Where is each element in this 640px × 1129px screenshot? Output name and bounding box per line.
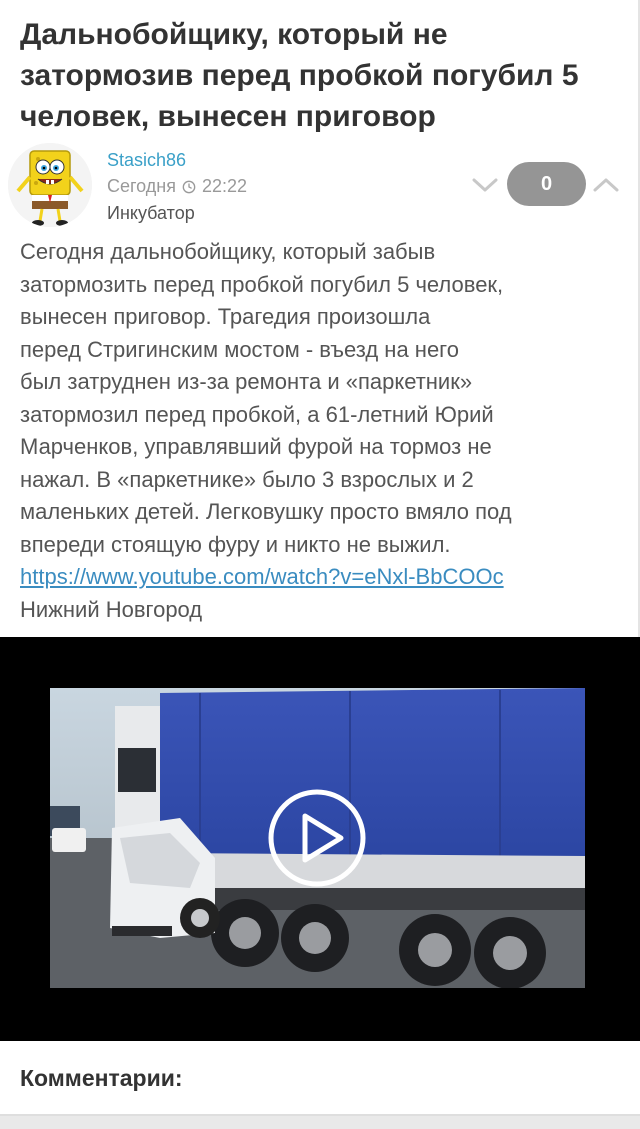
comments-section: Комментарии:: [0, 1041, 640, 1116]
avatar-image: [8, 143, 92, 227]
play-button[interactable]: [267, 788, 367, 888]
post-body-line: затормозить перед пробкой погубил 5 чело…: [20, 271, 504, 297]
play-icon: [268, 789, 366, 887]
clock-icon: [182, 180, 196, 193]
vote-down-button[interactable]: [470, 172, 500, 198]
post-location: Нижний Новгород: [20, 596, 203, 622]
post-title[interactable]: Дальнобойщику, который не затормозив пер…: [20, 14, 620, 137]
post-body-line: Сегодня дальнобойщику, который забыв: [20, 239, 436, 264]
post-body-line: перед Стригинским мостом - въезд на него: [20, 336, 459, 362]
chevron-down-icon: [472, 178, 498, 192]
chevron-up-icon: [593, 178, 619, 192]
post-body-line: был затруднен из-за ремонта и «паркетник…: [20, 369, 473, 394]
post-body-line: нажал. В «паркетнике» было 3 взрослых и …: [20, 466, 474, 492]
post-body-line: впереди стоящую фуру и никто не выжил.: [20, 531, 451, 557]
avatar[interactable]: [8, 143, 92, 227]
vote-up-button[interactable]: [591, 172, 621, 198]
post-date: Сегодня 22:22: [107, 176, 247, 197]
youtube-link[interactable]: https://www.youtube.com/watch?v=eNxl-BbC…: [20, 561, 620, 594]
post-body-line: затормозил перед пробкой, а 61-летний Юр…: [20, 401, 494, 427]
post-body-line: вынесен приговор. Трагедия произошла: [20, 304, 431, 329]
post-time: 22:22: [202, 176, 248, 196]
post-body: Сегодня дальнобойщику, который забыв зат…: [20, 236, 620, 626]
post-body-line: маленьких детей. Легковушку просто вмяло…: [20, 499, 512, 524]
post-card: Дальнобойщику, который не затормозив пер…: [0, 0, 640, 637]
post-date-label: Сегодня: [107, 176, 176, 196]
post-body-line: Марченков, управлявший фурой на тормоз н…: [20, 434, 492, 459]
community-name[interactable]: Инкубатор: [107, 203, 195, 224]
rating-badge: 0: [507, 162, 586, 206]
comments-title: Комментарии:: [20, 1065, 183, 1091]
author-name[interactable]: Stasich86: [107, 150, 186, 171]
